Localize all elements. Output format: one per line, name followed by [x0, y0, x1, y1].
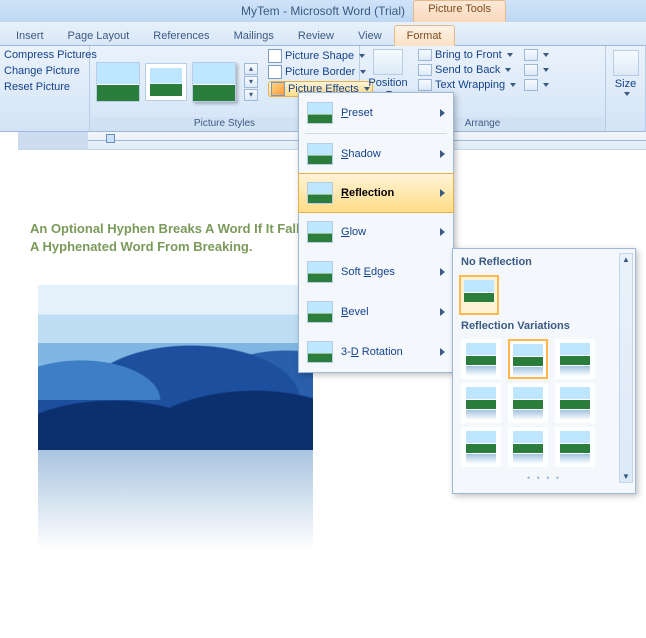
swatch-variation-7[interactable]: [461, 427, 501, 467]
window-title: MyTem - Microsoft Word (Trial): [241, 4, 405, 18]
menu-shadow[interactable]: Shadow: [299, 134, 453, 174]
tab-references[interactable]: References: [141, 26, 221, 45]
swatch-variation-3[interactable]: [555, 339, 595, 379]
align-icon: [524, 49, 538, 61]
chevron-down-icon: [510, 83, 516, 87]
size-button[interactable]: Size: [615, 78, 636, 90]
rotation-icon: [307, 341, 333, 363]
bevel-icon: [307, 301, 333, 323]
group-icon: [524, 64, 538, 76]
swatch-variation-2[interactable]: [508, 339, 548, 379]
arrow-right-icon: [440, 228, 445, 236]
effects-icon: [271, 82, 285, 96]
swatch-variation-4[interactable]: [461, 383, 501, 423]
reflection-icon: [307, 182, 333, 204]
menu-3d-rotation[interactable]: 3-D Rotation: [299, 332, 453, 372]
shadow-icon: [307, 143, 333, 165]
position-icon: [373, 49, 403, 75]
size-icon: [613, 50, 639, 76]
title-bar: MyTem - Microsoft Word (Trial) Picture T…: [0, 0, 646, 22]
arrow-right-icon: [440, 268, 445, 276]
send-to-back-button[interactable]: Send to Back: [418, 64, 516, 76]
group-objects-button[interactable]: [524, 64, 549, 76]
reflection-submenu: No Reflection Reflection Variations • • …: [452, 248, 636, 494]
picture-effects-menu: Preset Shadow Reflection Glow Soft Edges…: [298, 92, 454, 373]
menu-soft-edges[interactable]: Soft Edges: [299, 252, 453, 292]
tab-page-layout[interactable]: Page Layout: [56, 26, 142, 45]
chevron-down-icon: [505, 68, 511, 72]
shape-icon: [268, 49, 282, 63]
arrow-right-icon: [440, 150, 445, 158]
group-size: Size: [606, 46, 646, 131]
indent-marker[interactable]: [106, 134, 115, 143]
tab-view[interactable]: View: [346, 26, 394, 45]
rotate-button[interactable]: [524, 79, 549, 91]
contextual-tab-picture-tools: Picture Tools: [413, 0, 506, 22]
picture-shape-button[interactable]: Picture Shape: [268, 49, 373, 63]
image-reflection: [38, 450, 313, 550]
arrow-right-icon: [440, 189, 445, 197]
tab-insert[interactable]: Insert: [4, 26, 56, 45]
text-wrap-icon: [418, 79, 432, 91]
submenu-scrollbar[interactable]: [619, 253, 633, 483]
swatch-variation-1[interactable]: [461, 339, 501, 379]
bring-to-front-button[interactable]: Bring to Front: [418, 49, 516, 61]
send-back-icon: [418, 64, 432, 76]
bring-front-icon: [418, 49, 432, 61]
picture-styles-gallery[interactable]: ▴▾▾: [90, 46, 264, 117]
align-button[interactable]: [524, 49, 549, 61]
menu-reflection[interactable]: Reflection: [298, 173, 454, 213]
mountains-image: [38, 285, 313, 450]
group-adjust: Compress Pictures Change Picture Reset P…: [0, 46, 90, 131]
menu-preset[interactable]: Preset: [299, 93, 453, 133]
chevron-down-icon: [507, 53, 513, 57]
tab-mailings[interactable]: Mailings: [222, 26, 286, 45]
arrow-right-icon: [440, 308, 445, 316]
style-thumb-1[interactable]: [96, 62, 140, 102]
swatch-variation-6[interactable]: [555, 383, 595, 423]
arrow-right-icon: [440, 109, 445, 117]
style-thumb-3[interactable]: [192, 62, 236, 102]
menu-glow[interactable]: Glow: [299, 212, 453, 252]
resize-grip[interactable]: • • • •: [457, 473, 631, 483]
compress-pictures-button[interactable]: Compress Pictures: [4, 49, 97, 61]
inserted-picture[interactable]: [38, 285, 313, 550]
menu-bevel[interactable]: Bevel: [299, 292, 453, 332]
chevron-down-icon: [624, 92, 630, 96]
preset-icon: [307, 102, 333, 124]
rotate-icon: [524, 79, 538, 91]
submenu-header-variations: Reflection Variations: [457, 317, 631, 337]
swatch-variation-5[interactable]: [508, 383, 548, 423]
ribbon-tabs: Insert Page Layout References Mailings R…: [0, 22, 646, 46]
tab-review[interactable]: Review: [286, 26, 346, 45]
reset-picture-button[interactable]: Reset Picture: [4, 81, 97, 93]
submenu-header-no-reflection: No Reflection: [457, 253, 631, 273]
swatch-variation-8[interactable]: [508, 427, 548, 467]
text-wrapping-button[interactable]: Text Wrapping: [418, 79, 516, 91]
change-picture-button[interactable]: Change Picture: [4, 65, 97, 77]
gallery-scroll[interactable]: ▴▾▾: [244, 63, 258, 101]
tab-format[interactable]: Format: [394, 25, 455, 46]
arrow-right-icon: [440, 348, 445, 356]
style-thumb-2[interactable]: [146, 64, 186, 100]
glow-icon: [307, 221, 333, 243]
swatch-no-reflection[interactable]: [459, 275, 499, 315]
ribbon: Compress Pictures Change Picture Reset P…: [0, 46, 646, 132]
border-icon: [268, 65, 282, 79]
picture-border-button[interactable]: Picture Border: [268, 65, 373, 79]
swatch-variation-9[interactable]: [555, 427, 595, 467]
soft-edges-icon: [307, 261, 333, 283]
